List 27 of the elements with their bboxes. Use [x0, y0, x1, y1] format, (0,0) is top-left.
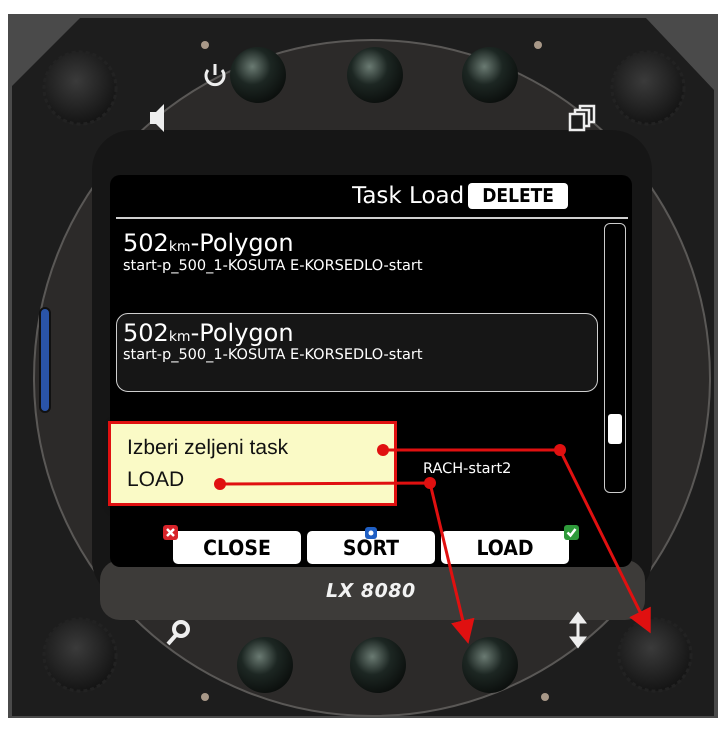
- check-icon: [564, 525, 579, 540]
- close-icon: [163, 525, 178, 540]
- round-button[interactable]: [462, 637, 518, 693]
- power-icon: [204, 64, 226, 86]
- up-down-arrow-icon: [569, 612, 587, 648]
- callout-text: Izberi zeljeni task: [127, 436, 290, 460]
- speaker-icon: [150, 104, 164, 132]
- round-button[interactable]: [230, 47, 286, 103]
- led-dot: [534, 41, 542, 49]
- scrollbar[interactable]: [604, 223, 626, 493]
- delete-button[interactable]: DELETE: [468, 183, 568, 209]
- search-icon: [166, 620, 190, 646]
- windows-icon: [568, 104, 596, 132]
- screen-title: Task Load: [352, 183, 464, 209]
- round-button[interactable]: [462, 47, 518, 103]
- round-button[interactable]: [347, 47, 403, 103]
- led-dot: [201, 41, 209, 49]
- scroll-thumb[interactable]: [608, 414, 622, 444]
- model-label: LX 8080: [326, 580, 416, 602]
- softkey-button[interactable]: CLOSE: [173, 531, 301, 564]
- round-button[interactable]: [350, 637, 406, 693]
- led-dot: [201, 693, 209, 701]
- callout-text: LOAD: [127, 468, 186, 491]
- softkey-button[interactable]: SORT: [307, 531, 435, 564]
- round-button[interactable]: [237, 637, 293, 693]
- softkey-button[interactable]: LOAD: [441, 531, 569, 564]
- led-dot: [541, 693, 549, 701]
